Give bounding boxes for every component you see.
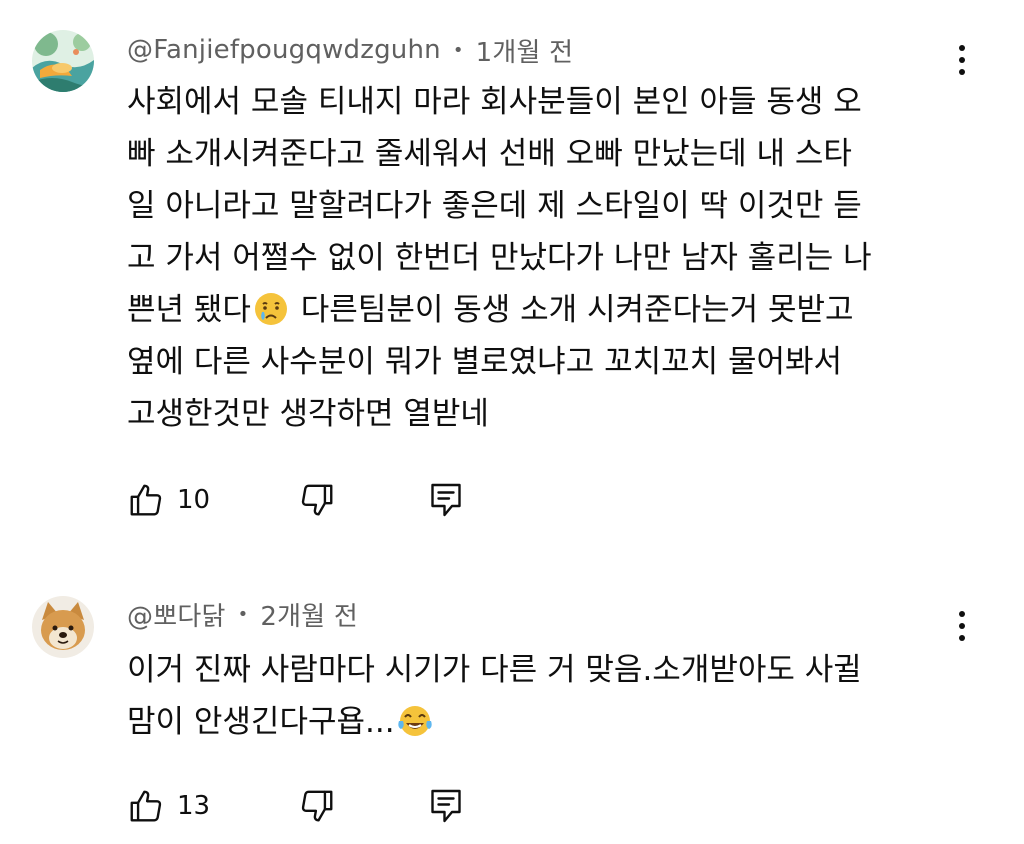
comment-2: @뽀다닭 • 2개월 전 이거 진짜 사람마다 시기가 다른 거 맞음.소개받아…: [0, 560, 1024, 844]
reply-button[interactable]: [428, 786, 464, 826]
comment-1: @Fanjiefpougqwdzguhn • 1개월 전 사회에서 모솔 티내지…: [0, 0, 1024, 560]
comment-meta: @뽀다닭 • 2개월 전: [127, 594, 358, 634]
reply-button[interactable]: [428, 480, 464, 520]
crying-face-icon: [254, 293, 287, 325]
meta-separator: •: [237, 603, 249, 625]
comment-text: 이거 진짜 사람마다 시기가 다른 거 맞음.소개받아도 사귈 맘이 안생긴다구…: [127, 644, 957, 748]
author-name[interactable]: @Fanjiefpougqwdzguhn: [127, 35, 441, 65]
dislike-button[interactable]: [298, 787, 336, 825]
avatar[interactable]: [32, 30, 94, 92]
thumbs-up-icon: [130, 790, 162, 822]
avatar[interactable]: [32, 596, 94, 658]
comment-actions: 10: [127, 478, 464, 522]
comment-text-part-1: 이거 진짜 사람마다 시기가 다른 거 맞음.소개받아도 사귈 맘이 안생긴다구…: [127, 652, 862, 740]
like-count: 10: [177, 485, 211, 515]
thumbs-down-icon: [301, 790, 333, 822]
reply-comment-icon: [431, 483, 461, 517]
tears-of-joy-icon: [397, 706, 432, 736]
comment-actions: 13: [127, 784, 464, 828]
comment-meta: @Fanjiefpougqwdzguhn • 1개월 전: [127, 30, 573, 70]
thumbs-up-icon: [130, 484, 162, 516]
more-options-icon[interactable]: [948, 604, 976, 648]
reply-comment-icon: [431, 789, 461, 823]
comment-time[interactable]: 1개월 전: [476, 32, 574, 69]
dislike-button[interactable]: [298, 481, 336, 519]
like-button[interactable]: 13: [127, 787, 210, 825]
author-name[interactable]: @뽀다닭: [127, 596, 226, 633]
comment-text: 사회에서 모솔 티내지 마라 회사분들이 본인 아들 동생 오 빠 소개시켜준다…: [127, 76, 957, 440]
like-button[interactable]: 10: [127, 481, 210, 519]
like-count: 13: [177, 791, 211, 821]
thumbs-down-icon: [301, 484, 333, 516]
meta-separator: •: [452, 39, 464, 61]
comment-time[interactable]: 2개월 전: [260, 596, 358, 633]
